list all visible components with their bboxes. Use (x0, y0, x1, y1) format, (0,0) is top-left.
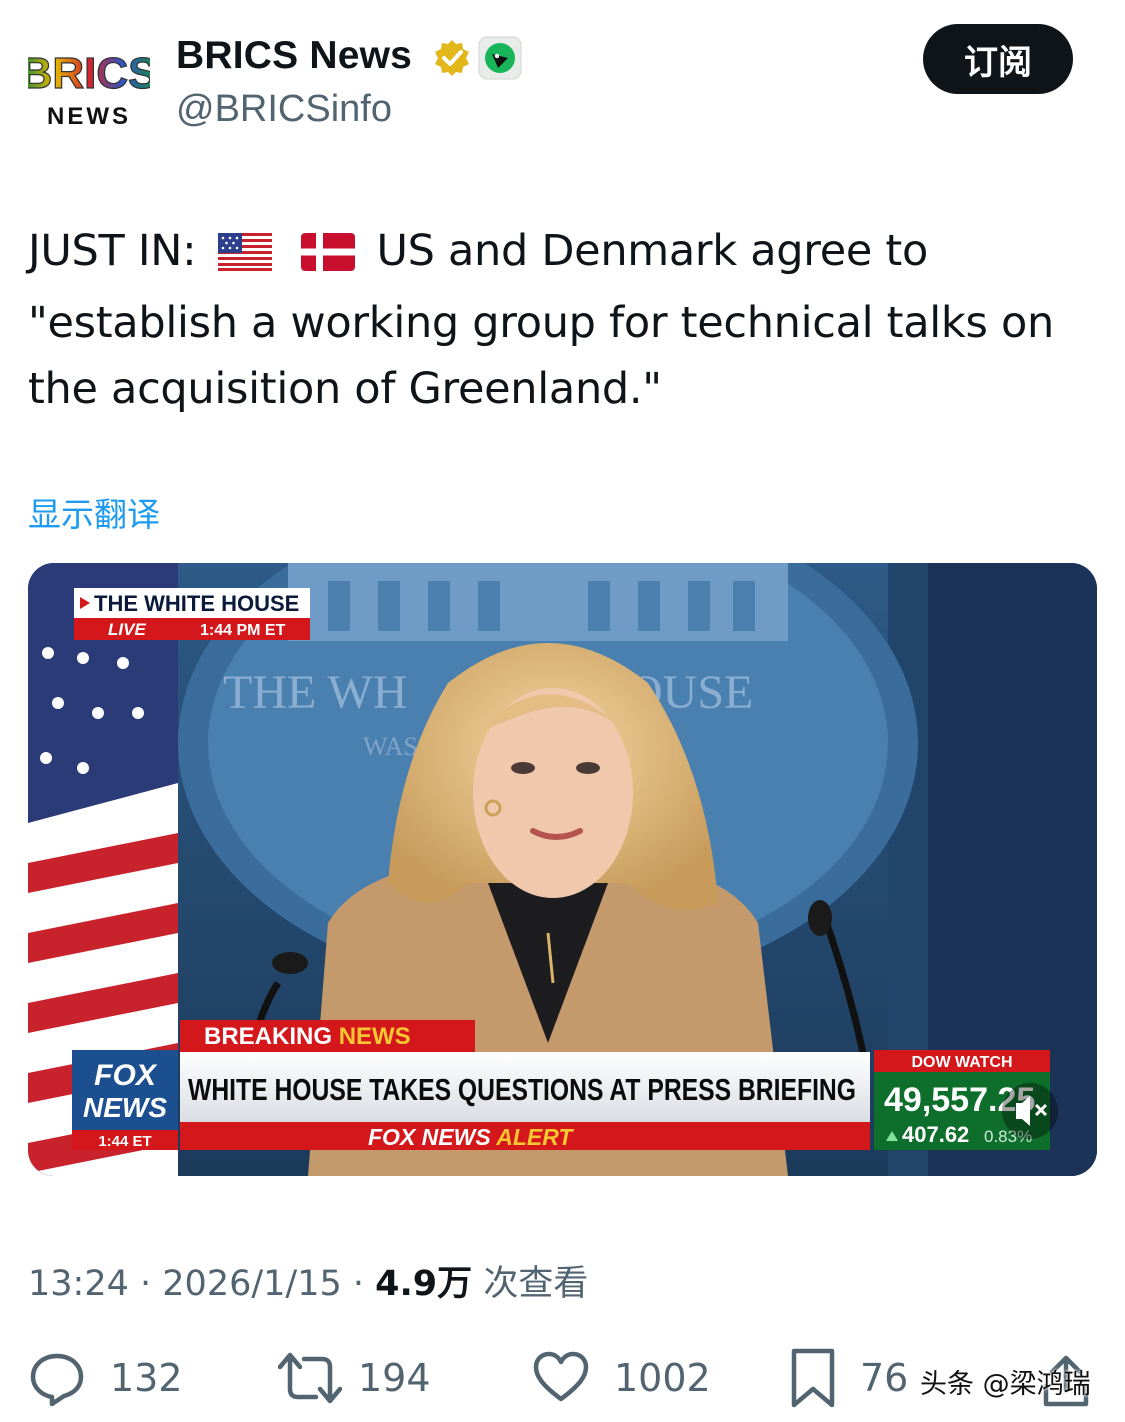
meta-separator: · (352, 1264, 376, 1304)
breaking-word2: NEWS (339, 1023, 411, 1050)
like-button[interactable]: 1002 (532, 1348, 711, 1408)
live-tag: THE WHITE HOUSE LIVE 1:44 PM ET (74, 588, 310, 640)
bookmark-icon (791, 1348, 835, 1408)
live-time: 1:44 PM ET (200, 622, 286, 639)
dow-change: 407.62 (902, 1122, 969, 1147)
avatar-news-text: NEWS (47, 103, 131, 130)
heart-icon (533, 1351, 589, 1402)
watermark: 头条 @梁鸿瑞 (920, 1369, 1091, 1400)
fox-logo-line1: FOX (94, 1059, 158, 1092)
dow-label: DOW WATCH (911, 1054, 1012, 1071)
tweet-date[interactable]: 2026/1/15 (162, 1264, 341, 1304)
verified-badge-icon (432, 38, 472, 78)
reply-count: 132 (110, 1356, 183, 1400)
account-avatar[interactable]: BRICS NEWS (20, 38, 158, 138)
repost-icon (278, 1352, 342, 1404)
tweet-meta: 13:24 · 2026/1/15 · 4.9万 次查看 (28, 1255, 588, 1306)
denmark-flag-icon (301, 224, 356, 290)
fox-logo-time: 1:44 ET (98, 1133, 151, 1150)
avatar-brics-text: BRICS (28, 49, 150, 98)
reply-button[interactable]: 132 (28, 1348, 183, 1408)
meta-separator: · (140, 1264, 163, 1304)
affiliate-badge-icon[interactable] (478, 36, 522, 80)
display-name[interactable]: BRICS News (176, 34, 412, 78)
headline-text: WHITE HOUSE TAKES QUESTIONS AT PRESS BRI… (188, 1072, 856, 1107)
repost-button[interactable]: 194 (278, 1348, 431, 1408)
tweet-time[interactable]: 13:24 (28, 1264, 129, 1304)
live-label: LIVE (108, 620, 146, 639)
alert-word1: FOX NEWS (368, 1124, 491, 1150)
views-count: 4.9万 (375, 1264, 473, 1304)
fox-logo-line2: NEWS (83, 1092, 167, 1123)
translate-link[interactable]: 显示翻译 (28, 488, 160, 536)
alert-word2: ALERT (495, 1124, 574, 1150)
us-flag-icon (217, 224, 272, 290)
repost-count: 194 (358, 1356, 431, 1400)
views-label: 次查看 (483, 1264, 589, 1304)
bookmark-count: 76 (860, 1356, 909, 1400)
mute-button[interactable] (1002, 1083, 1058, 1139)
live-source-label: THE WHITE HOUSE (94, 591, 299, 616)
backdrop-text-left: THE WH (223, 666, 407, 719)
tweet-prefix: JUST IN: (28, 226, 197, 276)
like-count: 1002 (614, 1356, 711, 1400)
subscribe-button[interactable]: 订阅 (923, 24, 1073, 94)
account-handle[interactable]: @BRICSinfo (176, 88, 392, 131)
bookmark-button[interactable]: 76 (790, 1348, 908, 1408)
svg-text:BREAKING NEWS: BREAKING NEWS (204, 1023, 411, 1050)
video-player[interactable]: THE WH OUSE WAS THE WHITE HOUSE LIVE 1:4… (28, 563, 1097, 1176)
tweet-text: JUST IN: US and Denmark agree to "establ (28, 218, 1098, 422)
svg-text:FOX NEWS ALERT: FOX NEWS ALERT (368, 1124, 574, 1150)
backdrop-subtext: WAS (363, 732, 418, 761)
breaking-word1: BREAKING (204, 1023, 332, 1050)
reply-icon (30, 1353, 84, 1407)
